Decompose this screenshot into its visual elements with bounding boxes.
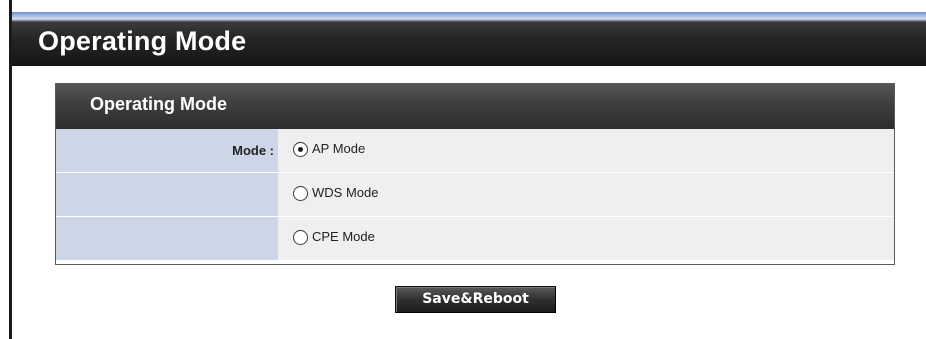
panel-header: Operating Mode [56, 84, 894, 129]
wds-mode-option[interactable]: WDS Mode [293, 185, 378, 201]
radio-unselected-icon[interactable] [293, 185, 308, 201]
page-title: Operating Mode [38, 26, 247, 56]
mode-value-cell: CPE Mode [278, 217, 894, 260]
operating-mode-panel: Operating Mode Mode : AP Mode WDS Mode C… [55, 83, 895, 265]
mode-row-ap: Mode : AP Mode [56, 129, 894, 173]
mode-label: Mode : [232, 143, 274, 158]
mode-row-cpe: CPE Mode [56, 217, 894, 261]
mode-label-cell: Mode : [56, 129, 278, 173]
panel-title: Operating Mode [90, 94, 228, 114]
radio-selected-icon[interactable] [293, 141, 308, 157]
mode-row-wds: WDS Mode [56, 173, 894, 217]
mode-value-cell: AP Mode [278, 129, 894, 173]
wds-mode-label[interactable]: WDS Mode [312, 185, 378, 201]
radio-unselected-icon[interactable] [293, 229, 308, 245]
ap-mode-label[interactable]: AP Mode [312, 141, 365, 157]
cpe-mode-label[interactable]: CPE Mode [312, 229, 375, 245]
save-reboot-button[interactable]: Save&Reboot [395, 286, 556, 313]
empty-label-cell [56, 173, 278, 217]
empty-label-cell [56, 217, 278, 260]
ap-mode-option[interactable]: AP Mode [293, 141, 365, 157]
mode-value-cell: WDS Mode [278, 173, 894, 217]
cpe-mode-option[interactable]: CPE Mode [293, 229, 375, 245]
app-frame: Operating Mode Operating Mode Mode : AP … [0, 0, 926, 339]
